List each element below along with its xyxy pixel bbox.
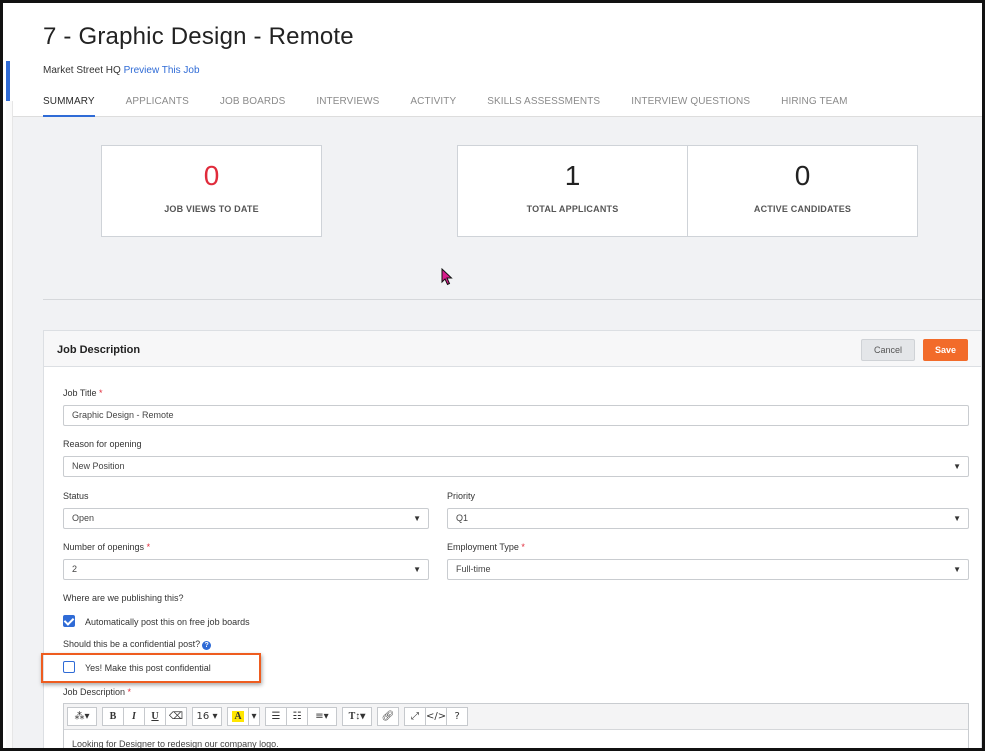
auto-post-checkbox[interactable] [63,615,75,627]
status-label: Status [63,491,89,501]
text-color-icon[interactable]: A [227,707,249,726]
magic-wand-style-icon[interactable]: ⁂▾ [67,707,97,726]
tab-applicants[interactable]: APPLICANTS [126,97,189,117]
confidential-question-text: Should this be a confidential post? [63,639,201,649]
job-description-text[interactable]: Looking for Designer to redesign our com… [72,739,279,748]
caret-down-icon: ▼ [953,514,961,523]
mouse-cursor-icon [441,267,453,291]
priority-label: Priority [447,491,476,501]
job-description-label: Job Description * [63,687,132,697]
save-button[interactable]: Save [923,339,968,361]
underline-icon[interactable]: U [144,707,166,726]
active-candidates-label: ACTIVE CANDIDATES [753,204,852,214]
employment-type-label-text: Employment Type [447,542,519,552]
job-subline: Market Street HQ Preview This Job [43,65,200,76]
tab-interview-questions[interactable]: INTERVIEW QUESTIONS [631,97,750,117]
italic-icon[interactable]: I [123,707,145,726]
fullscreen-icon[interactable]: ⤢ [404,707,426,726]
tab-interviews[interactable]: INTERVIEWS [316,97,379,117]
job-header: 7 - Graphic Design - Remote Market Stree… [10,6,982,117]
caret-down-icon: ▼ [953,462,961,471]
employment-type-value: Full-time [456,564,491,574]
code-view-icon[interactable]: </> [425,707,448,726]
openings-value: 2 [72,564,78,574]
job-tabs: SUMMARY APPLICANTS JOB BOARDS INTERVIEWS… [43,97,879,117]
preview-job-link[interactable]: Preview This Job [124,65,200,76]
job-title-input[interactable]: Graphic Design - Remote [63,405,969,426]
reason-label: Reason for opening [63,439,142,449]
panel-header: Job Description Cancel Save [44,331,981,367]
tab-hiring-team[interactable]: HIRING TEAM [781,97,847,117]
total-applicants-label: TOTAL APPLICANTS [526,204,619,214]
employment-type-select[interactable]: Full-time ▼ [447,559,969,580]
align-icon[interactable]: ≡▾ [307,707,337,726]
page-title: 7 - Graphic Design - Remote [43,23,354,50]
job-views-count: 0 [203,160,220,191]
annotation-highlight-box [41,653,261,683]
bold-icon[interactable]: B [102,707,124,726]
job-title-label-text: Job Title [63,388,97,398]
tab-activity[interactable]: ACTIVITY [410,97,456,117]
tab-skills-assessments[interactable]: SKILLS ASSESSMENTS [487,97,600,117]
confidential-question: Should this be a confidential post?? [63,639,212,650]
color-dropdown-icon[interactable]: ▾ [248,707,260,726]
caret-down-icon: ▼ [413,565,421,574]
job-views-label: JOB VIEWS TO DATE [164,204,259,214]
status-value: Open [72,513,95,523]
active-candidates-count: 0 [794,160,811,191]
employment-type-label: Employment Type * [447,542,525,552]
reason-value: New Position [72,461,125,471]
stat-total-applicants[interactable]: 1 TOTAL APPLICANTS [457,145,688,237]
rich-text-editor[interactable]: ⁂▾ B I U ⌫ 16 ▾ A ▾ ☰ ☷ ≡▾ T↕▾ 🔗︎ ⤢ </> … [63,703,969,748]
caret-down-icon: ▼ [413,514,421,523]
tab-job-boards[interactable]: JOB BOARDS [220,97,285,117]
editor-toolbar: ⁂▾ B I U ⌫ 16 ▾ A ▾ ☰ ☷ ≡▾ T↕▾ 🔗︎ ⤢ </> … [64,704,968,730]
help-icon[interactable]: ? [202,641,212,650]
help-question-icon[interactable]: ? [446,707,469,726]
openings-select[interactable]: 2 ▼ [63,559,429,580]
stat-job-views: 0 JOB VIEWS TO DATE [101,145,322,237]
total-applicants-count: 1 [564,160,581,191]
auto-post-label: Automatically post this on free job boar… [85,617,250,627]
stat-active-candidates[interactable]: 0 ACTIVE CANDIDATES [687,145,918,237]
link-icon[interactable]: 🔗︎ [377,707,399,726]
app-window: 7 - Graphic Design - Remote Market Stree… [0,0,985,751]
panel-title: Job Description [57,344,141,356]
cancel-button[interactable]: Cancel [861,339,915,361]
eraser-icon[interactable]: ⌫ [165,707,187,726]
bullet-list-icon[interactable]: ☰ [265,707,287,726]
reason-select[interactable]: New Position ▼ [63,456,969,477]
status-select[interactable]: Open ▼ [63,508,429,529]
side-strip [6,101,13,748]
job-title-label: Job Title * [63,388,103,398]
font-size-value: 16 [196,711,210,722]
openings-label: Number of openings * [63,542,151,552]
openings-label-text: Number of openings [63,542,145,552]
job-description-panel: Job Description Cancel Save Job Title * … [43,330,982,748]
section-divider [43,299,982,300]
nav-accent-bar [6,61,10,101]
location-text: Market Street HQ [43,65,121,76]
publishing-question: Where are we publishing this? [63,593,184,603]
tab-summary[interactable]: SUMMARY [43,97,95,117]
priority-value: Q1 [456,513,469,523]
caret-down-icon: ▼ [953,565,961,574]
priority-select[interactable]: Q1 ▼ [447,508,969,529]
line-height-icon[interactable]: T↕▾ [342,707,372,726]
job-description-label-text: Job Description [63,687,126,697]
numbered-list-icon[interactable]: ☷ [286,707,308,726]
font-size-dropdown[interactable]: 16 ▾ [192,707,222,726]
